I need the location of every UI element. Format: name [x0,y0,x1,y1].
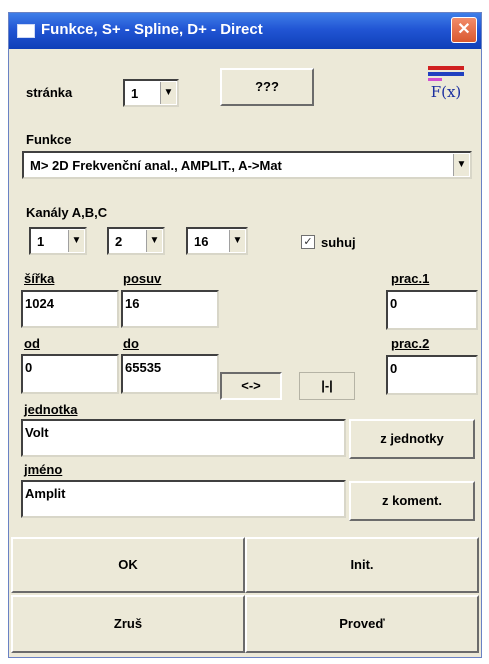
od-label: od [24,336,40,351]
suhuj-label: suhuj [321,235,356,250]
funkce-value: M> 2D Frekvenční anal., AMPLIT., A->Mat [30,158,282,173]
stranka-label: stránka [26,85,73,100]
jmeno-label: jméno [24,462,63,477]
from-unit-button[interactable]: z jednotky [349,419,475,459]
sirka-input[interactable]: 1024 [21,290,119,328]
swap-range-button[interactable]: <-> [220,372,282,400]
function-logo-icon: F(x) [428,66,464,101]
suhuj-checkbox[interactable]: ✓ [301,235,315,249]
od-input[interactable]: 0 [21,354,119,394]
close-icon: ✕ [457,21,471,38]
init-button[interactable]: Init. [245,537,479,593]
window-title: Funkce, S+ - Spline, D+ - Direct [41,21,263,38]
funkce-label: Funkce [26,132,72,147]
jednotka-input[interactable]: Volt [21,419,346,457]
full-range-button[interactable]: |-| [299,372,355,400]
from-comment-button[interactable]: z koment. [349,481,475,521]
kanal-c-value: 16 [194,234,209,249]
stranka-select[interactable]: 1 ▼ [123,79,179,107]
prac1-label: prac.1 [391,271,430,286]
sirka-label: šířka [24,271,55,286]
kanaly-label: Kanály A,B,C [26,205,108,220]
jmeno-input[interactable]: Amplit [21,480,346,518]
prac2-label: prac.2 [391,336,430,351]
posuv-input[interactable]: 16 [121,290,219,328]
ok-button[interactable]: OK [11,537,245,593]
kanal-a-select[interactable]: 1 ▼ [29,227,87,255]
close-button[interactable]: ✕ [451,17,477,43]
kanal-c-select[interactable]: 16 ▼ [186,227,248,255]
kanal-a-value: 1 [37,234,45,249]
funkce-select[interactable]: M> 2D Frekvenční anal., AMPLIT., A->Mat … [22,151,472,179]
chevron-down-icon: ▼ [229,230,245,252]
title-bar[interactable]: Funkce, S+ - Spline, D+ - Direct ✕ [9,13,481,49]
posuv-label: posuv [123,271,162,286]
stranka-value: 1 [131,86,139,101]
do-input[interactable]: 65535 [121,354,219,394]
chevron-down-icon: ▼ [160,82,176,104]
chevron-down-icon: ▼ [453,154,469,176]
chevron-down-icon: ▼ [68,230,84,252]
cancel-button[interactable]: Zruš [11,595,245,653]
dialog-window: Funkce, S+ - Spline, D+ - Direct ✕ strán… [8,12,482,658]
kanal-b-select[interactable]: 2 ▼ [107,227,165,255]
chevron-down-icon: ▼ [146,230,162,252]
help-button[interactable]: ??? [220,68,314,106]
do-label: do [123,336,139,351]
jednotka-label: jednotka [24,402,78,417]
window-icon [17,24,35,38]
run-button[interactable]: Proveď [245,595,479,653]
kanal-b-value: 2 [115,234,123,249]
logo-text: F(x) [431,83,462,101]
prac1-input[interactable]: 0 [386,290,478,330]
prac2-input[interactable]: 0 [386,355,478,395]
